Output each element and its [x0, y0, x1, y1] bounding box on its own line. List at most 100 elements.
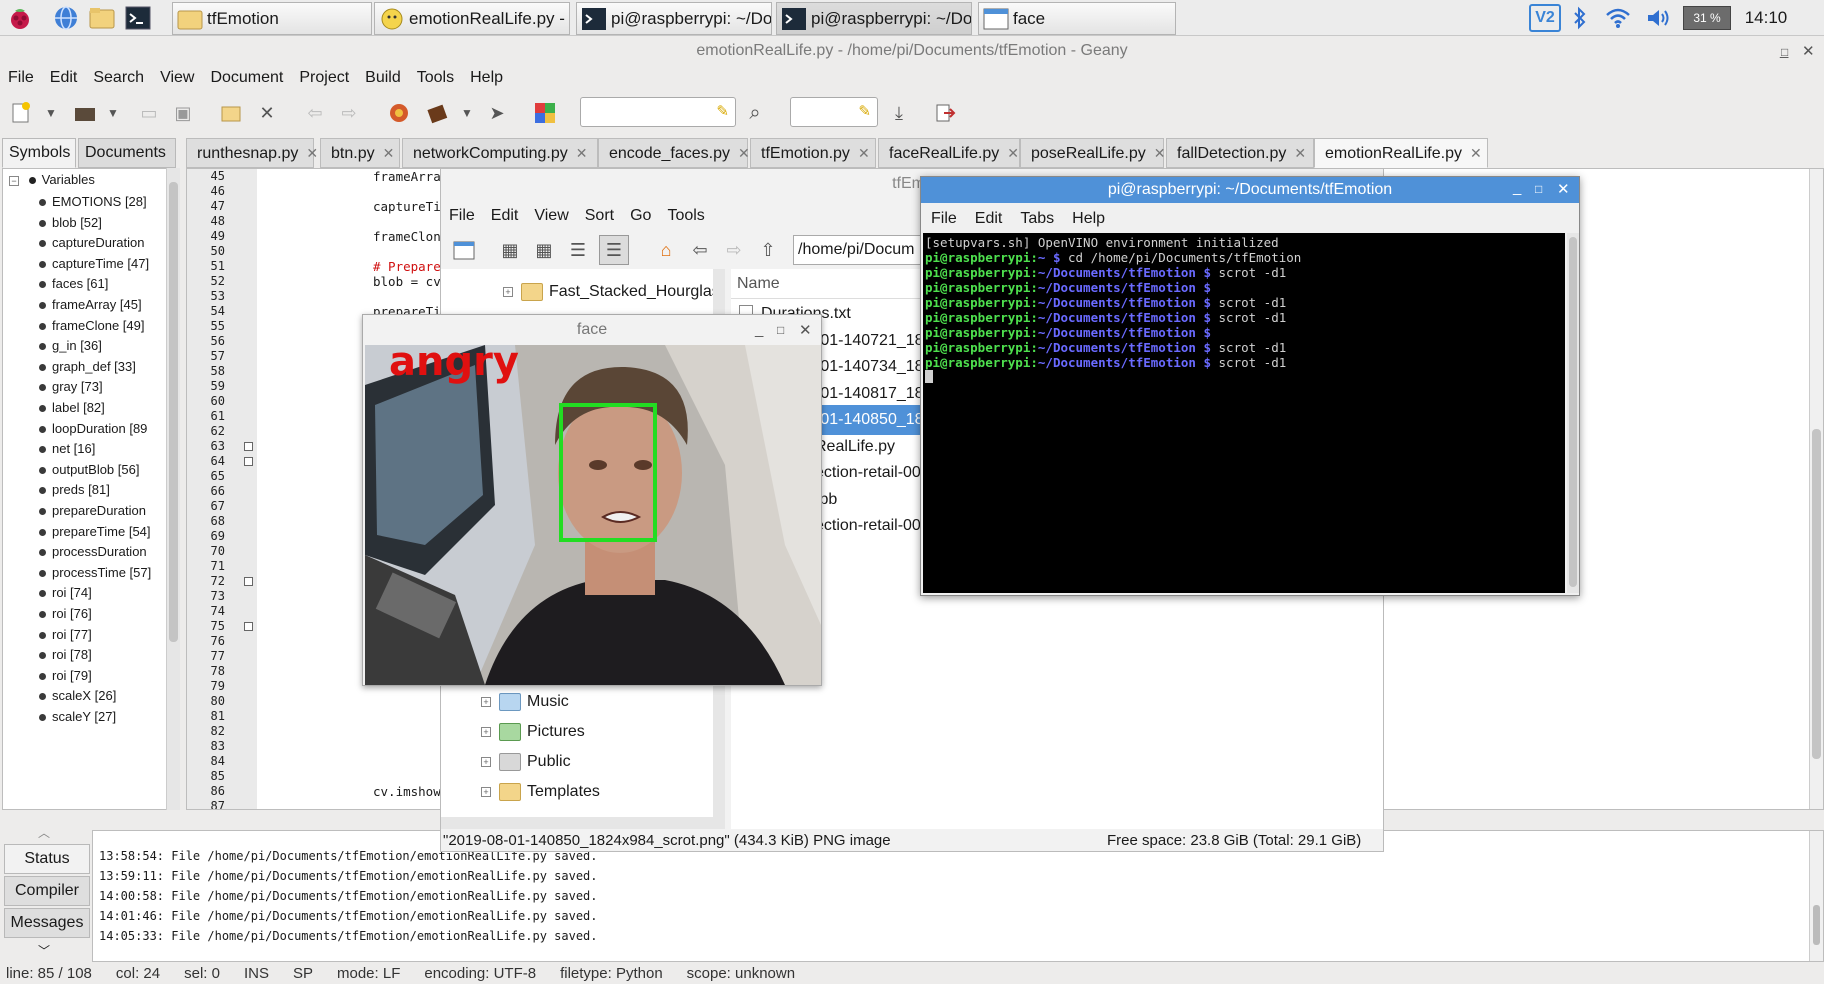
messages-scrollbar[interactable]	[1809, 831, 1823, 961]
file-item[interactable]: ection-retail-00	[815, 511, 921, 541]
revert-icon[interactable]	[218, 100, 244, 126]
term-menu-help[interactable]: Help	[1072, 210, 1105, 228]
tree-item-music[interactable]: + Music	[481, 687, 569, 717]
symbol-item[interactable]: label [82]	[39, 397, 105, 419]
file-item[interactable]: ection-retail-00	[815, 458, 921, 488]
tab-compiler[interactable]: Compiler	[4, 876, 90, 906]
close-icon[interactable]: ✕	[858, 145, 870, 161]
chevron-down-icon[interactable]: ▼	[100, 100, 126, 126]
fold-marker-icon[interactable]	[244, 622, 253, 631]
compact-view-icon[interactable]: ☰	[565, 237, 591, 263]
tab-emotionreallife[interactable]: emotionRealLife.py ✕	[1314, 138, 1488, 168]
close-icon[interactable]: ✕	[738, 145, 750, 161]
goto-line-input[interactable]: ✎	[790, 97, 878, 127]
symbol-item[interactable]: prepareTime [54]	[39, 521, 151, 543]
fold-marker-icon[interactable]	[244, 457, 253, 466]
maximize-icon[interactable]: □	[1781, 45, 1788, 59]
symbol-item[interactable]: roi [74]	[39, 582, 92, 604]
maximize-icon[interactable]: □	[1535, 182, 1542, 196]
menu-document[interactable]: Document	[210, 69, 283, 87]
search-input[interactable]: ✎	[580, 97, 736, 127]
search-icon[interactable]: ⌕	[742, 100, 768, 126]
tab-status[interactable]: Status	[4, 844, 90, 874]
minimize-icon[interactable]: _	[755, 321, 763, 338]
symbol-item[interactable]: frameClone [49]	[39, 315, 145, 337]
symbol-item[interactable]: scaleY [27]	[39, 706, 116, 728]
chevron-down-icon[interactable]: ﹀	[38, 942, 50, 959]
vnc-icon[interactable]: V2	[1528, 4, 1562, 32]
symbol-item[interactable]: frameArray [45]	[39, 294, 142, 316]
menu-help[interactable]: Help	[470, 69, 503, 87]
clear-icon[interactable]: ✎	[858, 102, 871, 120]
symbol-item[interactable]: scaleX [26]	[39, 685, 116, 707]
volume-icon[interactable]	[1644, 4, 1674, 32]
close-icon[interactable]: ✕	[306, 145, 318, 161]
symbol-item[interactable]: net [16]	[39, 438, 95, 460]
color-chooser-icon[interactable]	[532, 100, 558, 126]
task-terminal-1[interactable]: pi@raspberrypi: ~/Do...	[576, 2, 772, 35]
symbols-scrollbar[interactable]	[166, 168, 180, 810]
home-icon[interactable]: ⌂	[653, 237, 679, 263]
term-menu-tabs[interactable]: Tabs	[1020, 210, 1054, 228]
expand-icon[interactable]: +	[481, 757, 491, 767]
minimize-icon[interactable]: _	[1513, 179, 1521, 196]
close-icon[interactable]: ✕	[576, 145, 588, 161]
tree-item-templates[interactable]: + Templates	[481, 777, 600, 807]
symbol-item[interactable]: gray [73]	[39, 376, 103, 398]
term-menu-edit[interactable]: Edit	[975, 210, 1003, 228]
maximize-icon[interactable]: □	[777, 323, 784, 337]
symbol-item[interactable]: prepareDuration	[39, 500, 146, 522]
menu-build[interactable]: Build	[365, 69, 401, 87]
save-all-icon[interactable]: ▣	[170, 100, 196, 126]
tab-btn[interactable]: btn.py ✕	[320, 138, 400, 168]
browser-icon[interactable]	[52, 4, 80, 32]
menu-edit[interactable]: Edit	[50, 69, 78, 87]
file-item[interactable]: -01-140721_18	[815, 326, 924, 356]
save-icon[interactable]: ▭	[136, 100, 162, 126]
terminal-screen[interactable]: [setupvars.sh] OpenVINO environment init…	[923, 233, 1565, 593]
symbol-item[interactable]: processTime [57]	[39, 562, 151, 584]
tree-item-public[interactable]: + Public	[481, 747, 571, 777]
task-tfemotion[interactable]: tfEmotion	[172, 2, 372, 35]
symbol-item[interactable]: roi [76]	[39, 603, 92, 625]
list-view-icon[interactable]: ☰	[599, 235, 629, 265]
tab-encode-faces[interactable]: encode_faces.py ✕	[598, 138, 750, 168]
expand-icon[interactable]: +	[503, 287, 513, 297]
file-item[interactable]: -01-140817_18	[815, 379, 924, 409]
open-file-icon[interactable]	[72, 100, 98, 126]
tab-networkcomputing[interactable]: networkComputing.py ✕	[402, 138, 598, 168]
thumbnail-view-icon[interactable]: ▦	[531, 237, 557, 263]
symbol-item[interactable]: loopDuration [89	[39, 418, 147, 440]
fm-menu-edit[interactable]: Edit	[491, 207, 519, 225]
fold-marker-icon[interactable]	[244, 577, 253, 586]
tab-documents[interactable]: Documents	[78, 138, 176, 168]
expand-icon[interactable]: +	[481, 787, 491, 797]
symbol-item[interactable]: g_in [36]	[39, 335, 102, 357]
clear-icon[interactable]: ✎	[716, 102, 729, 120]
back-icon[interactable]: ⇦	[687, 237, 713, 263]
symbol-item[interactable]: blob [52]	[39, 212, 102, 234]
symbol-item[interactable]: processDuration	[39, 541, 147, 563]
close-icon[interactable]: ✕	[1294, 145, 1306, 161]
close-icon[interactable]: ✕	[1007, 145, 1019, 161]
terminal-launch-icon[interactable]	[124, 4, 152, 32]
terminal-scrollbar[interactable]	[1567, 233, 1579, 593]
bluetooth-icon[interactable]	[1568, 4, 1592, 32]
forward-icon[interactable]: ⇨	[721, 237, 747, 263]
tab-runthesnap[interactable]: runthesnap.py ✕	[186, 138, 318, 168]
symbols-group-variables[interactable]: − Variables	[9, 169, 95, 191]
close-icon[interactable]: ✕	[1470, 145, 1482, 161]
fm-menu-go[interactable]: Go	[630, 207, 651, 225]
close-icon[interactable]: ✕	[1557, 180, 1570, 198]
task-face[interactable]: face	[978, 2, 1176, 35]
clock[interactable]: 14:10	[1736, 4, 1796, 32]
tab-messages[interactable]: Messages	[4, 908, 90, 938]
chevron-up-icon[interactable]: ︿	[38, 824, 50, 841]
term-menu-file[interactable]: File	[931, 210, 957, 228]
editor-scrollbar[interactable]	[1809, 169, 1823, 809]
expand-icon[interactable]: +	[481, 697, 491, 707]
chevron-down-icon[interactable]: ▼	[38, 100, 64, 126]
symbol-item[interactable]: outputBlob [56]	[39, 459, 139, 481]
file-item[interactable]: RealLife.py	[815, 432, 895, 462]
close-icon[interactable]: ✕	[799, 321, 812, 339]
